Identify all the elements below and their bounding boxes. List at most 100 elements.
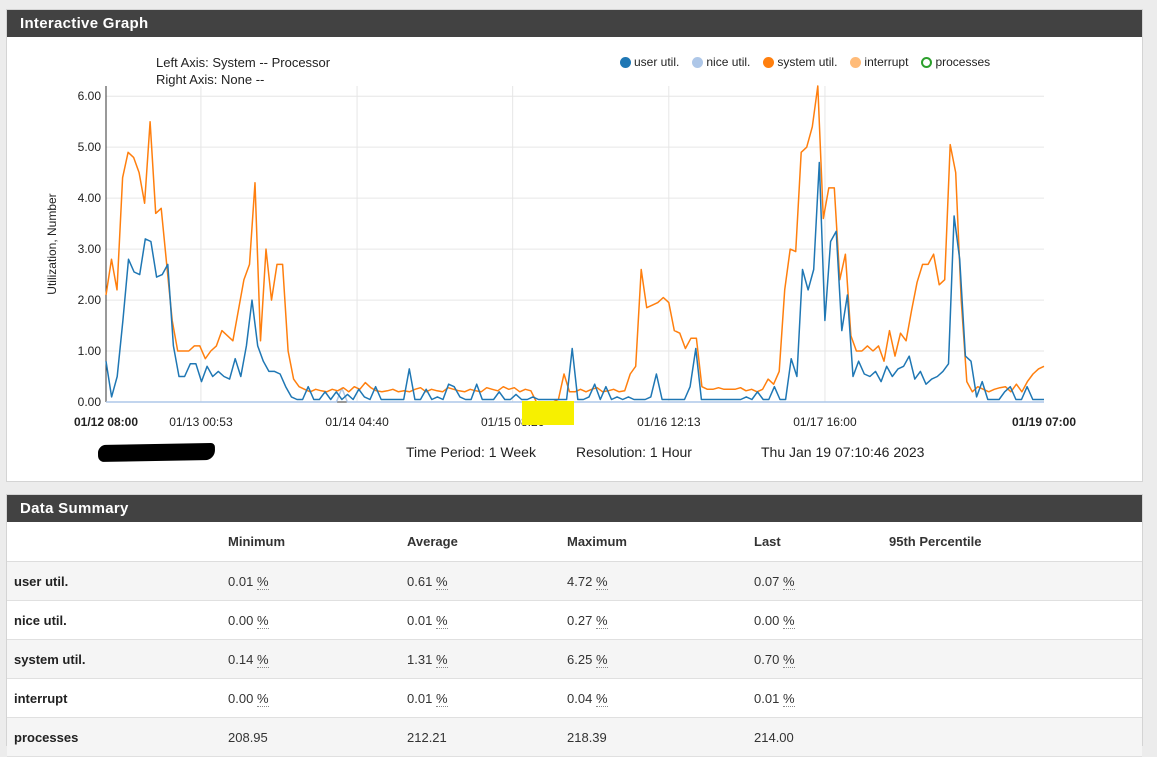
unit-abbr: %: [435, 612, 448, 629]
unit-abbr: %: [782, 612, 795, 629]
cell-value: 212.21: [407, 729, 447, 745]
x-tick-label: 01/12 08:00: [74, 415, 138, 429]
cell-max: 0.27 %: [566, 600, 753, 640]
data-summary-title: Data Summary: [7, 495, 1142, 522]
cell-last: 0.00 %: [753, 600, 888, 640]
y-tick-label: 1.00: [78, 344, 102, 358]
row-label: processes: [7, 717, 227, 757]
summary-header-row: Minimum Average Maximum Last 95th Percen…: [7, 522, 1142, 562]
cell-last: 0.01 %: [753, 678, 888, 718]
cell-value: 1.31: [407, 651, 433, 667]
cell-95th-percentile: [888, 639, 1142, 679]
unit-abbr: %: [595, 573, 608, 590]
cell-max: 6.25 %: [566, 639, 753, 679]
cell-avg: 0.61 %: [406, 561, 566, 601]
y-tick-label: 2.00: [78, 293, 102, 307]
cell-min: 0.00 %: [227, 600, 406, 640]
unit-abbr: %: [256, 651, 269, 668]
unit-abbr: %: [782, 651, 795, 668]
header-average: Average: [406, 522, 566, 562]
cell-value: 0.01: [407, 690, 433, 706]
y-tick-label: 6.00: [78, 89, 102, 103]
cell-95th-percentile: [888, 561, 1142, 601]
cell-95th-percentile: [888, 600, 1142, 640]
cell-value: 0.70: [754, 651, 780, 667]
cell-value: 0.01: [407, 612, 433, 628]
cell-avg: 0.01 %: [406, 678, 566, 718]
header-minimum: Minimum: [227, 522, 406, 562]
summary-table: Minimum Average Maximum Last 95th Percen…: [7, 522, 1142, 757]
cell-max: 218.39: [566, 717, 753, 757]
cell-value: 0.61: [407, 573, 433, 589]
cell-max: 4.72 %: [566, 561, 753, 601]
cell-95th-percentile: [888, 678, 1142, 718]
row-label: interrupt: [7, 678, 227, 718]
row-label: user util.: [7, 561, 227, 601]
timestamp-text: Thu Jan 19 07:10:46 2023: [761, 444, 925, 460]
cell-value: 218.39: [567, 729, 607, 745]
cell-avg: 1.31 %: [406, 639, 566, 679]
cell-value: 0.04: [567, 690, 593, 706]
cell-95th-percentile: [888, 717, 1142, 757]
cell-min: 0.00 %: [227, 678, 406, 718]
cell-value: 0.00: [754, 612, 780, 628]
cell-last: 0.70 %: [753, 639, 888, 679]
redaction-mark: [97, 442, 216, 463]
cell-min: 0.14 %: [227, 639, 406, 679]
cell-value: 6.25: [567, 651, 593, 667]
cell-value: 0.14: [228, 651, 254, 667]
x-tick-label: 01/13 00:53: [169, 415, 233, 429]
utilization-chart[interactable]: 0.00 1.00 2.00 3.00 4.00 5.00 6.00 01/12 08:00 0…: [0, 0, 1157, 440]
cell-value: 0.00: [228, 612, 254, 628]
header-label: [7, 522, 227, 562]
unit-abbr: %: [256, 573, 269, 590]
series-line-system-util: [105, 85, 1045, 403]
x-tick-label: 01/16 12:13: [637, 415, 701, 429]
cell-min: 0.01 %: [227, 561, 406, 601]
cell-last: 214.00: [753, 717, 888, 757]
cell-value: 0.07: [754, 573, 780, 589]
row-label: nice util.: [7, 600, 227, 640]
x-tick-label: 01/17 16:00: [793, 415, 857, 429]
highlight-mark: [522, 401, 574, 425]
cell-value: 208.95: [228, 729, 268, 745]
unit-abbr: %: [782, 690, 795, 707]
cell-value: 0.01: [754, 690, 780, 706]
header-maximum: Maximum: [566, 522, 753, 562]
cell-max: 0.04 %: [566, 678, 753, 718]
time-period-text: Time Period: 1 Week: [406, 444, 536, 460]
row-label: system util.: [7, 639, 227, 679]
series-line-nice-util: [106, 387, 1044, 403]
x-tick-label: 01/19 07:00: [1012, 415, 1076, 429]
cell-last: 0.07 %: [753, 561, 888, 601]
table-row: nice util. 0.00 % 0.01 % 0.27 % 0.00 %: [7, 600, 1142, 640]
table-row: interrupt 0.00 % 0.01 % 0.04 % 0.01 %: [7, 678, 1142, 718]
cell-avg: 0.01 %: [406, 600, 566, 640]
header-95th-percentile: 95th Percentile: [888, 522, 1142, 562]
cell-value: 4.72: [567, 573, 593, 589]
unit-abbr: %: [435, 651, 448, 668]
table-row: system util. 0.14 % 1.31 % 6.25 % 0.70 %: [7, 639, 1142, 679]
cell-value: 214.00: [754, 729, 794, 745]
resolution-text: Resolution: 1 Hour: [576, 444, 692, 460]
unit-abbr: %: [782, 573, 795, 590]
unit-abbr: %: [435, 690, 448, 707]
y-tick-label: 0.00: [78, 395, 102, 409]
cell-value: 0.27: [567, 612, 593, 628]
table-row: processes 208.95 212.21 218.39 214.00: [7, 717, 1142, 757]
y-axis-title: Utilization, Number: [45, 193, 59, 294]
unit-abbr: %: [256, 690, 269, 707]
unit-abbr: %: [595, 651, 608, 668]
unit-abbr: %: [256, 612, 269, 629]
y-tick-label: 5.00: [78, 140, 102, 154]
unit-abbr: %: [595, 612, 608, 629]
cell-avg: 212.21: [406, 717, 566, 757]
cell-min: 208.95: [227, 717, 406, 757]
cell-value: 0.00: [228, 690, 254, 706]
data-summary-panel: Data Summary Minimum Average Maximum Las…: [6, 494, 1143, 757]
y-tick-label: 4.00: [78, 191, 102, 205]
cell-value: 0.01: [228, 573, 254, 589]
unit-abbr: %: [595, 690, 608, 707]
table-row: user util. 0.01 % 0.61 % 4.72 % 0.07 %: [7, 561, 1142, 601]
y-tick-label: 3.00: [78, 242, 102, 256]
